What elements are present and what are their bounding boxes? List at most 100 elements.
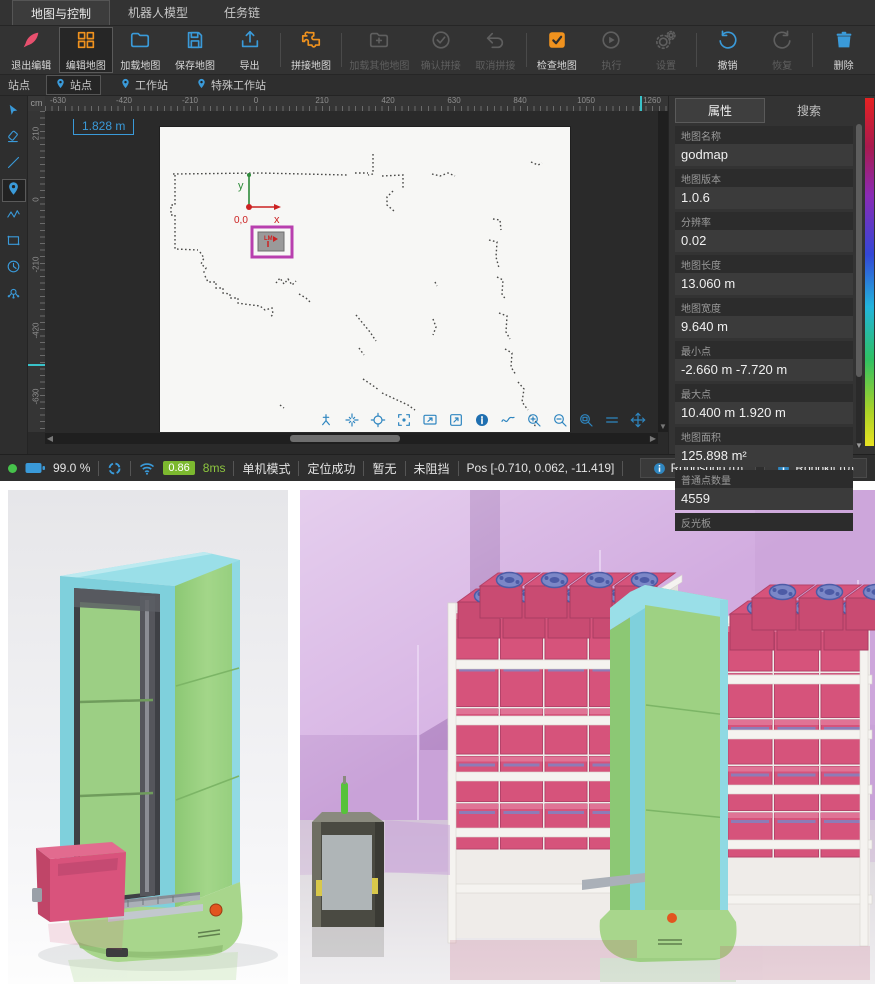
cursor-icon [6, 103, 21, 123]
zoom-in-icon[interactable] [525, 411, 542, 428]
info-icon[interactable] [473, 411, 490, 428]
crosshair-split-icon[interactable] [343, 411, 360, 428]
horizontal-scroll-thumb[interactable] [290, 435, 400, 442]
field-label: 地图长度 [675, 255, 853, 273]
v-ruler-tick-label: 0 [32, 193, 41, 207]
tab-0[interactable]: 地图与控制 [12, 0, 110, 25]
tower-robot [32, 552, 242, 962]
panel-tab-0[interactable]: 属性 [675, 98, 765, 123]
zoom-area-icon[interactable] [577, 411, 594, 428]
image-export-icon[interactable] [447, 411, 464, 428]
pan-icon[interactable] [629, 411, 646, 428]
scroll-down-arrow[interactable]: ▼ [658, 422, 668, 432]
panel-tabs: 属性搜索 [675, 98, 853, 123]
node-tool[interactable] [2, 283, 26, 306]
lidar-map-canvas[interactable]: y 0,0 x LM [160, 127, 570, 432]
checkcircle-icon [430, 29, 452, 56]
lidar-wall-segment [499, 313, 510, 339]
panel-tab-1[interactable]: 搜索 [765, 98, 853, 123]
status-separator [233, 461, 234, 476]
curve-icon[interactable] [499, 411, 516, 428]
toolbar-separator [341, 33, 342, 67]
station-type-0[interactable]: 站点 [46, 75, 101, 95]
puzzle-button[interactable]: 拼接地图 [284, 27, 339, 73]
checkbox-button[interactable]: 检查地图 [530, 27, 585, 73]
undoflat-button: 取消拼接 [468, 27, 523, 73]
zoom-out-icon[interactable] [551, 411, 568, 428]
quill-button[interactable]: 退出编辑 [4, 27, 59, 73]
field-value[interactable]: 125.898 m² [675, 445, 853, 467]
grid-button[interactable]: 编辑地图 [59, 27, 114, 73]
map-pin-icon [196, 77, 207, 93]
measure-icon[interactable] [603, 411, 620, 428]
panel-scroll-thumb[interactable] [856, 124, 862, 377]
export-button[interactable]: 导出 [222, 27, 277, 73]
rotate-tool[interactable] [2, 257, 26, 280]
status-mode-3: 未阻挡 [414, 460, 450, 477]
robot-selection-box[interactable]: LM [252, 227, 292, 257]
field-value[interactable]: 13.060 m [675, 273, 853, 295]
puzzle-icon [300, 29, 322, 56]
horizontal-scrollbar[interactable]: ◀ ▶ [45, 433, 658, 444]
locate-icon[interactable] [369, 411, 386, 428]
field-value[interactable]: 10.400 m 1.920 m [675, 402, 853, 424]
lidar-wall-segment [497, 277, 506, 300]
tower-side-panel [175, 560, 240, 908]
trash-button[interactable]: 删除 [816, 27, 871, 73]
field-value[interactable]: 1.0.6 [675, 187, 853, 209]
robot-axes-icon[interactable] [317, 411, 334, 428]
field-value[interactable]: godmap [675, 144, 853, 166]
sync-icon [107, 461, 122, 476]
folder-button[interactable]: 加载地图 [113, 27, 168, 73]
redoround-button: 恢复 [755, 27, 810, 73]
v-ruler-tick-label: -630 [32, 391, 41, 405]
checkcircle-button: 确认拼接 [414, 27, 469, 73]
scan-frame-icon[interactable] [395, 411, 412, 428]
h-ruler-tick-label: -630 [50, 96, 66, 105]
lidar-wall-segment [299, 294, 311, 303]
checkbox-icon [546, 29, 568, 56]
tab-1[interactable]: 机器人模型 [110, 0, 206, 25]
map-viewport[interactable]: 1.828 m y 0,0 x LM [45, 111, 658, 432]
toolbar-separator [696, 33, 697, 67]
eraser-tool[interactable] [2, 127, 26, 150]
vertical-scrollbar[interactable]: ▼ [658, 111, 668, 432]
save-button[interactable]: 保存地图 [168, 27, 223, 73]
screen-share-icon[interactable] [421, 411, 438, 428]
station-tool[interactable] [2, 179, 26, 202]
field-label: 最大点 [675, 384, 853, 402]
undoround-button[interactable]: 撤销 [700, 27, 755, 73]
region-tool[interactable] [2, 231, 26, 254]
panel-scrollbar[interactable]: ▼ [856, 124, 862, 448]
station-type-1[interactable]: 工作站 [111, 75, 177, 95]
wifi-icon [139, 462, 155, 475]
lidar-wall-segment [435, 282, 437, 286]
path-tool[interactable] [2, 205, 26, 228]
map-pin-icon [55, 77, 66, 93]
status-separator [363, 461, 364, 476]
panel-scroll-down-arrow[interactable]: ▼ [855, 441, 863, 450]
lidar-wall-segment [173, 173, 347, 175]
tab-2[interactable]: 任务链 [206, 0, 278, 25]
line-tool[interactable] [2, 153, 26, 176]
field-value[interactable]: -2.660 m -7.720 m [675, 359, 853, 381]
right-rack [718, 585, 875, 947]
canvas-tool-row [317, 411, 646, 428]
vertical-ruler: 2100-210-420-630 [28, 111, 45, 432]
field-value[interactable]: 9.640 m [675, 316, 853, 338]
grid-icon [75, 29, 97, 56]
scroll-left-arrow[interactable]: ◀ [45, 433, 55, 444]
field-value[interactable]: 0.02 [675, 230, 853, 252]
field-value[interactable]: 4559 [675, 488, 853, 510]
station-type-2[interactable]: 特殊工作站 [187, 75, 275, 95]
pin-icon [6, 181, 21, 201]
info-icon [653, 462, 666, 475]
scroll-right-arrow[interactable]: ▶ [648, 433, 658, 444]
robot-position-readout: Pos [-0.710, 0.062, -11.419] [467, 461, 615, 475]
select-tool[interactable] [2, 101, 26, 124]
eraser-icon [6, 129, 21, 149]
battery-percentage: 99.0 % [53, 461, 90, 475]
node-icon [6, 285, 21, 305]
gears-button: 设置 [639, 27, 694, 73]
save-icon [184, 29, 206, 56]
